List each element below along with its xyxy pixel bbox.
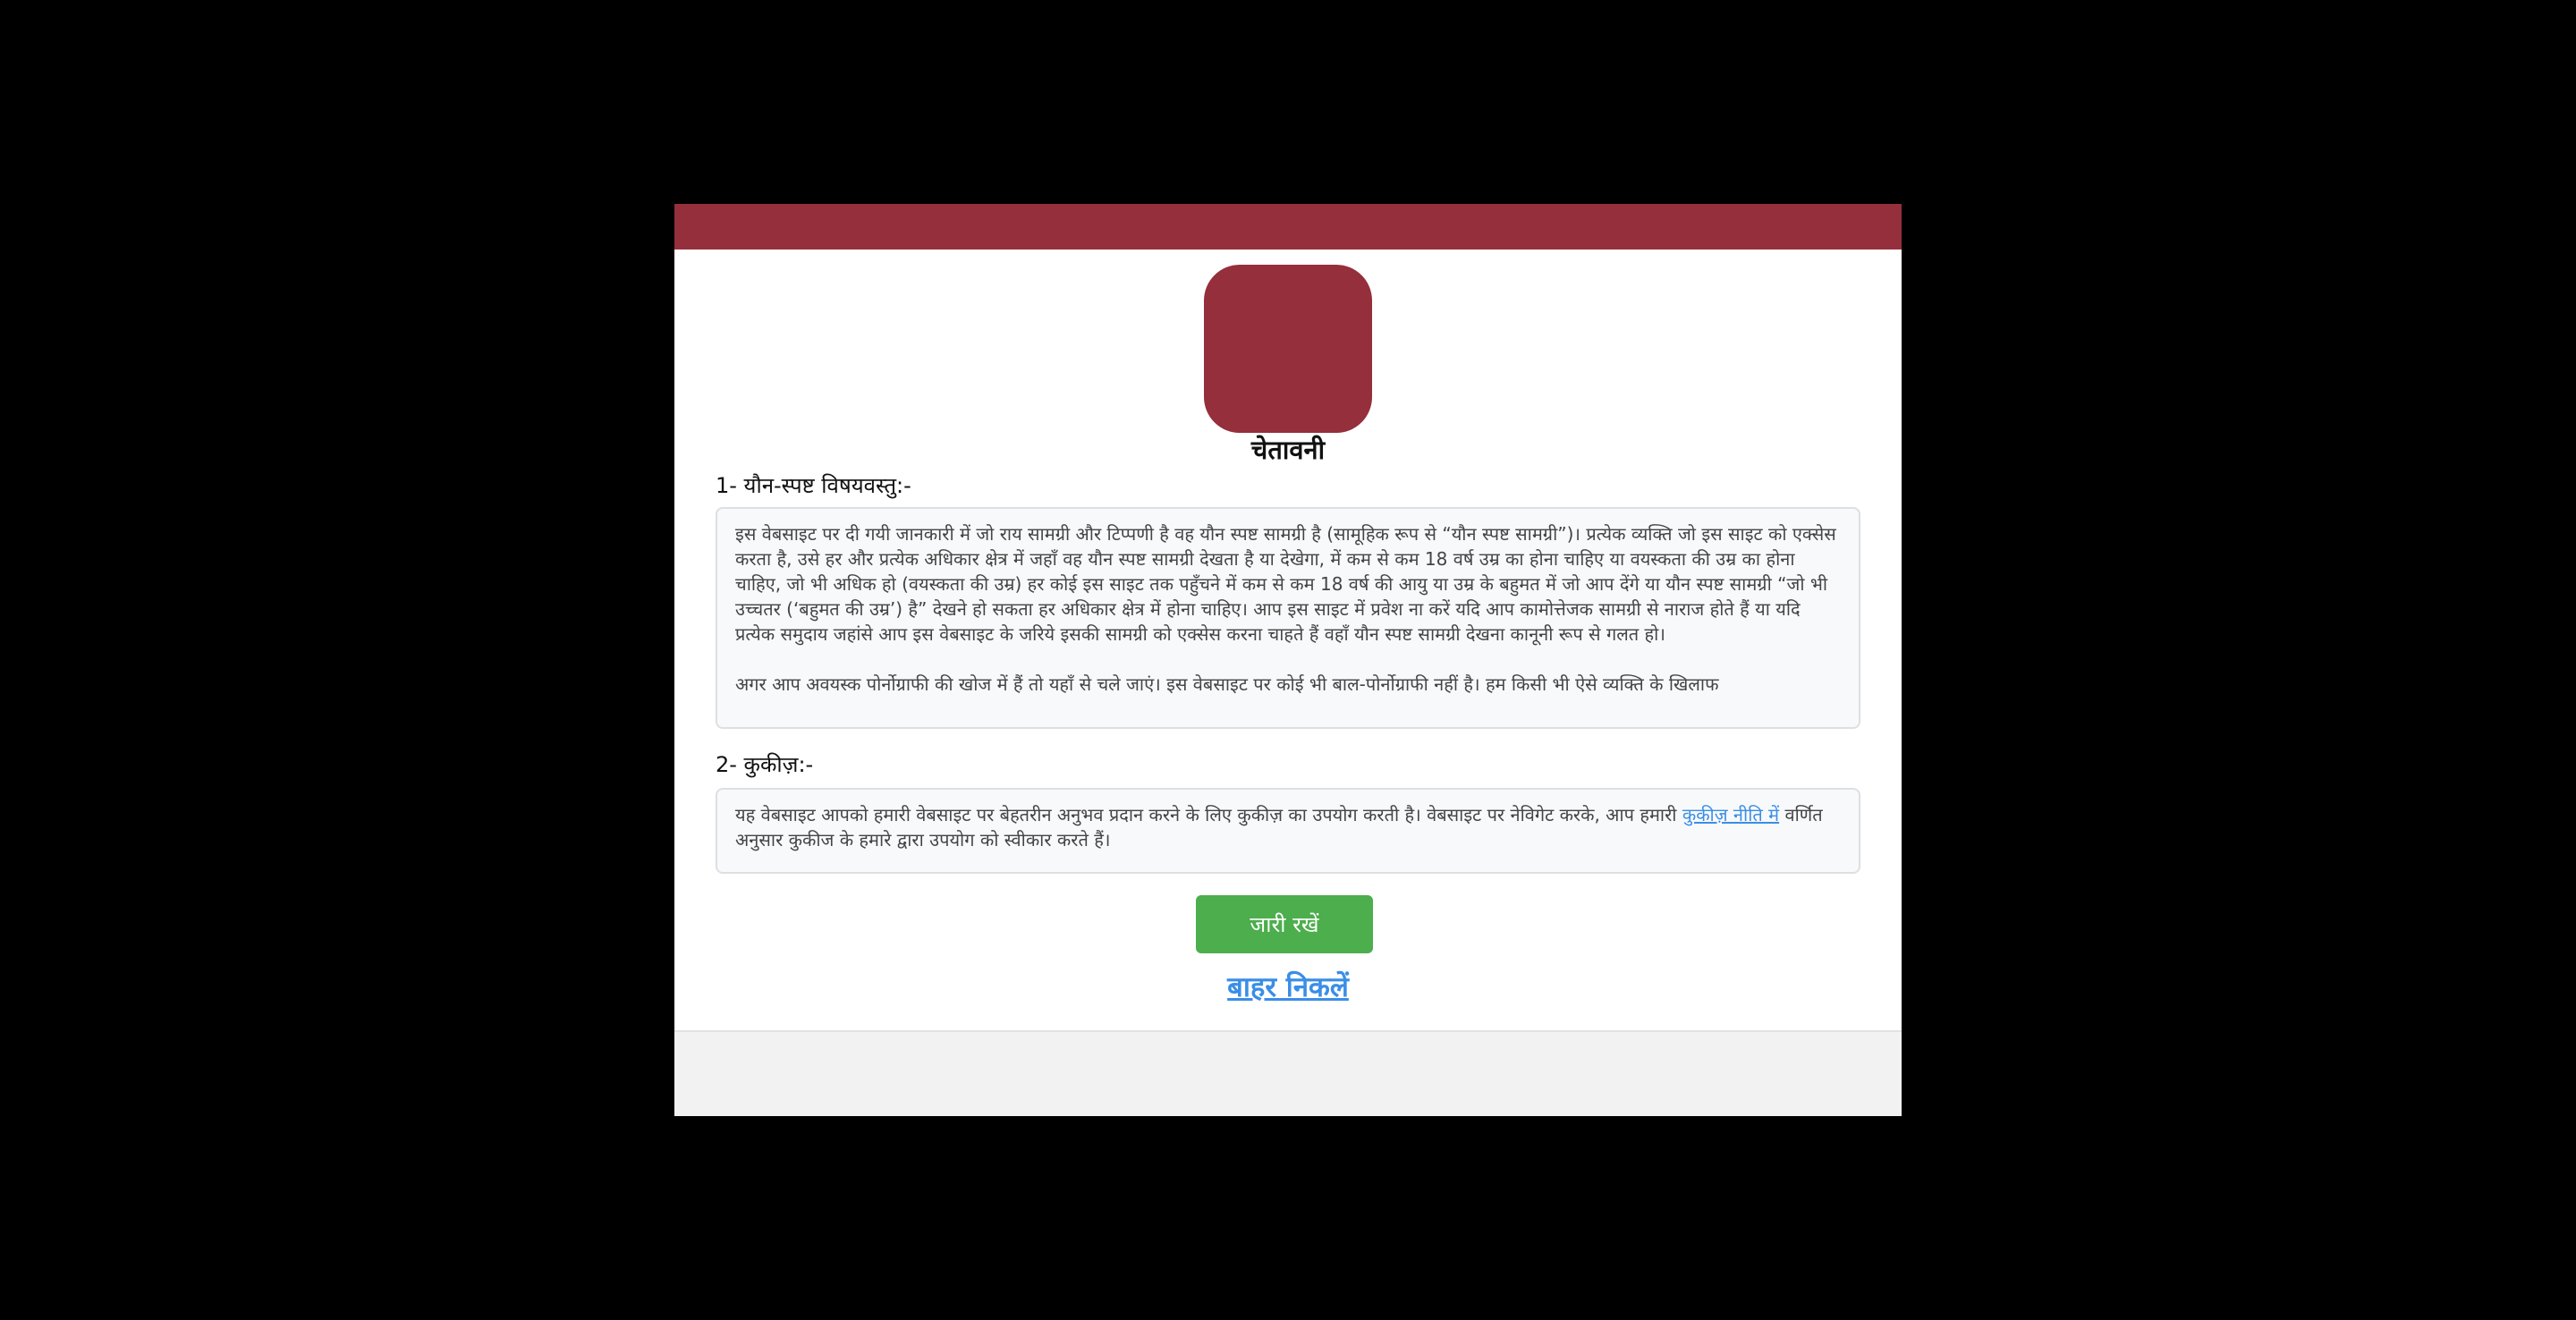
explicit-content-paragraph-2: अगर आप अवयस्क पोर्नोग्राफी की खोज में है… <box>735 673 1719 695</box>
site-logo <box>1204 265 1372 433</box>
explicit-content-textbox[interactable]: इस वेबसाइट पर दी गयी जानकारी में जो राय … <box>716 507 1860 729</box>
age-warning-modal: चेतावनी 1- यौन-स्पष्ट विषयवस्तु:- इस वेब… <box>674 204 1902 1116</box>
explicit-content-paragraph-1: इस वेबसाइट पर दी गयी जानकारी में जो राय … <box>735 523 1836 645</box>
exit-link[interactable]: बाहर निकलें <box>674 971 1902 1004</box>
section-heading-explicit-content: 1- यौन-स्पष्ट विषयवस्तु:- <box>716 473 911 498</box>
cookies-textbox: यह वेबसाइट आपको हमारी वेबसाइट पर बेहतरीन… <box>716 788 1860 874</box>
modal-footer <box>674 1030 1902 1116</box>
continue-button[interactable]: जारी रखें <box>1196 895 1373 953</box>
modal-header-bar <box>674 204 1902 250</box>
cookie-policy-link[interactable]: कुकीज़ नीति में <box>1682 804 1779 825</box>
modal-title: चेतावनी <box>1250 435 1326 465</box>
cookies-text-start: यह वेबसाइट आपको हमारी वेबसाइट पर बेहतरीन… <box>735 804 1682 825</box>
section-heading-cookies: 2- कुकीज़:- <box>716 752 814 777</box>
